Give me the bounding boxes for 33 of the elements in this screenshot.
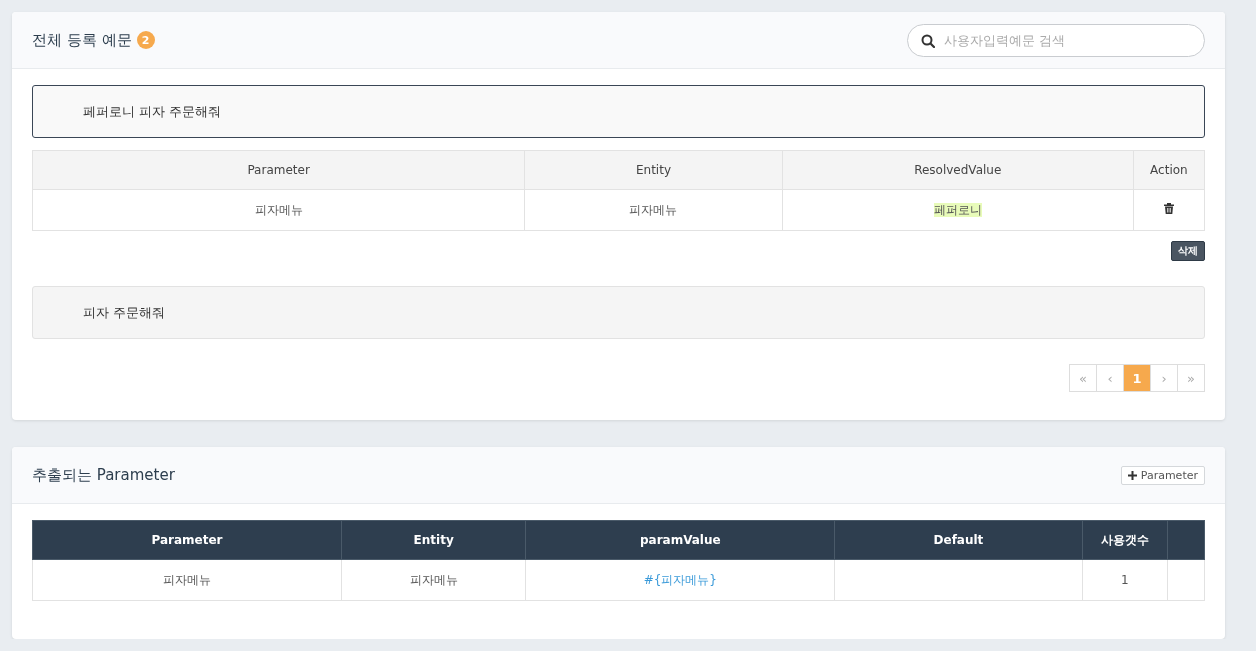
- search-field[interactable]: 사용자입력예문 검색: [907, 23, 1205, 57]
- column-header: 사용갯수: [1082, 520, 1168, 560]
- table-cell: 피자메뉴: [32, 559, 342, 601]
- column-header: Entity: [341, 520, 526, 560]
- trash-icon[interactable]: [1163, 203, 1174, 214]
- example-sentence[interactable]: 페퍼로니 피자 주문해줘: [32, 85, 1205, 138]
- count-badge: 2: [136, 31, 155, 49]
- plus-icon: [1127, 470, 1137, 480]
- column-header: Parameter: [32, 520, 342, 560]
- search-icon: [921, 33, 935, 48]
- table-cell: 피자메뉴: [32, 189, 525, 231]
- next-page-button[interactable]: ›: [1150, 364, 1178, 392]
- first-page-button[interactable]: «: [1069, 364, 1097, 392]
- page-button[interactable]: 1: [1123, 364, 1151, 392]
- column-header: paramValue: [525, 520, 835, 560]
- table-cell: 1: [1082, 559, 1168, 601]
- column-header: Entity: [524, 150, 783, 190]
- previous-page-button[interactable]: ‹: [1096, 364, 1124, 392]
- last-page-button[interactable]: »: [1177, 364, 1205, 392]
- column-header: [1167, 520, 1205, 560]
- delete-button[interactable]: 삭제: [1171, 241, 1205, 261]
- column-header: Default: [834, 520, 1083, 560]
- table-cell: 피자메뉴: [524, 189, 783, 231]
- column-header: Parameter: [32, 150, 525, 190]
- card-title: 전체 등록 예문: [32, 30, 132, 50]
- param-value-link[interactable]: #{피자메뉴}: [643, 572, 717, 587]
- resolved-value: 페퍼로니: [933, 202, 982, 217]
- column-header: ResolvedValue: [782, 150, 1134, 190]
- card-title: 추출되는 Parameter: [32, 465, 175, 485]
- table-cell: 피자메뉴: [341, 559, 526, 601]
- column-header: Action: [1133, 150, 1205, 190]
- example-sentence[interactable]: 피자 주문해줘: [32, 286, 1205, 339]
- add-parameter-button[interactable]: Parameter: [1120, 465, 1205, 485]
